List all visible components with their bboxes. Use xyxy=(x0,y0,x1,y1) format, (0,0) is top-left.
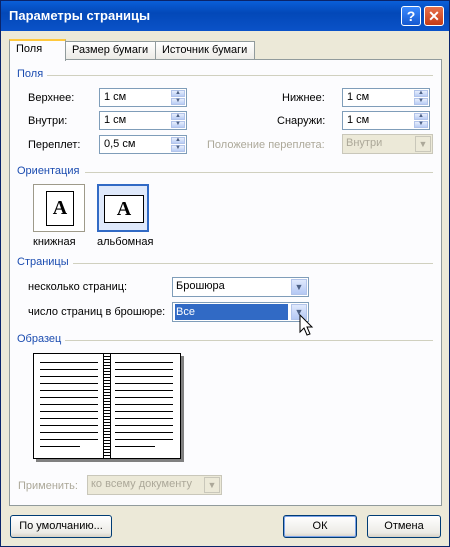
chevron-down-icon: ▼ xyxy=(415,136,431,152)
booklet-pages-select[interactable]: Все ▼ xyxy=(172,302,309,322)
landscape-label: альбомная xyxy=(97,236,154,248)
page-setup-dialog: Параметры страницы ? ✕ Поля Размер бумаг… xyxy=(0,0,450,547)
spin-down-icon[interactable]: ▼ xyxy=(171,145,185,152)
spin-up-icon[interactable]: ▲ xyxy=(171,113,185,120)
pages-section-title: Страницы xyxy=(17,256,69,268)
page-glyph: A xyxy=(116,198,132,220)
mouse-cursor-icon xyxy=(299,314,314,336)
top-margin-spinner[interactable]: 1 см ▲ ▼ xyxy=(99,88,187,107)
default-button[interactable]: По умолчанию... xyxy=(10,515,112,538)
ok-button[interactable]: ОК xyxy=(283,515,357,538)
inside-margin-value[interactable]: 1 см xyxy=(104,114,126,126)
gutter-spinner[interactable]: 0,5 см ▲ ▼ xyxy=(99,135,187,154)
multiple-pages-select[interactable]: Брошюра ▼ xyxy=(172,277,309,297)
section-divider xyxy=(47,75,433,76)
spin-up-icon[interactable]: ▲ xyxy=(414,113,428,120)
spin-up-icon[interactable]: ▲ xyxy=(414,90,428,97)
gutter-position-label: Положение переплета: xyxy=(207,139,325,151)
spin-down-icon[interactable]: ▼ xyxy=(414,98,428,105)
tab-paper-size[interactable]: Размер бумаги xyxy=(65,41,156,59)
bottom-margin-value[interactable]: 1 см xyxy=(347,91,369,103)
outside-margin-value[interactable]: 1 см xyxy=(347,114,369,126)
section-divider xyxy=(85,172,433,173)
booklet-pages-label: число страниц в брошюре: xyxy=(28,306,166,318)
preview-right-page xyxy=(107,354,180,458)
gutter-value[interactable]: 0,5 см xyxy=(104,138,135,150)
orientation-section-title: Ориентация xyxy=(17,165,80,177)
bottom-margin-label: Нижнее: xyxy=(282,92,325,104)
margins-section-title: Поля xyxy=(17,68,44,80)
bottom-margin-spinner[interactable]: 1 см ▲ ▼ xyxy=(342,88,430,107)
gutter-label: Переплет: xyxy=(28,139,81,151)
inside-margin-label: Внутри: xyxy=(28,115,68,127)
section-divider xyxy=(73,263,433,264)
landscape-page-icon: A xyxy=(104,195,144,223)
inside-margin-spinner[interactable]: 1 см ▲ ▼ xyxy=(99,111,187,130)
apply-to-value: ко всему документу xyxy=(91,478,192,490)
portrait-label: книжная xyxy=(33,236,76,248)
apply-to-label: Применить: xyxy=(18,480,78,492)
portrait-button[interactable]: A xyxy=(33,184,85,232)
spin-down-icon[interactable]: ▼ xyxy=(414,121,428,128)
tab-margins[interactable]: Поля xyxy=(9,39,66,61)
portrait-page-icon: A xyxy=(46,191,74,226)
title-bar[interactable]: Параметры страницы ? ✕ xyxy=(1,1,449,31)
cancel-button[interactable]: Отмена xyxy=(367,515,441,538)
gutter-position-select: Внутри ▼ xyxy=(342,134,433,154)
spin-down-icon[interactable]: ▼ xyxy=(171,121,185,128)
gutter-position-value: Внутри xyxy=(346,137,383,149)
dialog-title: Параметры страницы xyxy=(9,8,151,23)
apply-to-select: ко всему документу ▼ xyxy=(87,475,222,495)
top-margin-value[interactable]: 1 см xyxy=(104,91,126,103)
multiple-pages-label: несколько страниц: xyxy=(28,281,128,293)
outside-margin-label: Снаружи: xyxy=(277,115,326,127)
spin-down-icon[interactable]: ▼ xyxy=(171,98,185,105)
help-button[interactable]: ? xyxy=(401,6,421,26)
chevron-down-icon[interactable]: ▼ xyxy=(291,279,307,295)
preview-left-page xyxy=(34,354,107,458)
preview-booklet xyxy=(33,353,181,459)
spin-up-icon[interactable]: ▲ xyxy=(171,90,185,97)
outside-margin-spinner[interactable]: 1 см ▲ ▼ xyxy=(342,111,430,130)
top-margin-label: Верхнее: xyxy=(28,92,75,104)
tab-paper-source[interactable]: Источник бумаги xyxy=(155,41,255,59)
booklet-pages-value[interactable]: Все xyxy=(175,304,288,320)
close-button[interactable]: ✕ xyxy=(424,6,444,26)
spin-up-icon[interactable]: ▲ xyxy=(171,137,185,144)
multiple-pages-value[interactable]: Брошюра xyxy=(176,280,225,292)
preview-section-title: Образец xyxy=(17,333,62,345)
section-divider xyxy=(65,340,433,341)
landscape-button[interactable]: A xyxy=(97,184,149,232)
page-glyph: A xyxy=(52,197,68,219)
chevron-down-icon: ▼ xyxy=(204,477,220,493)
